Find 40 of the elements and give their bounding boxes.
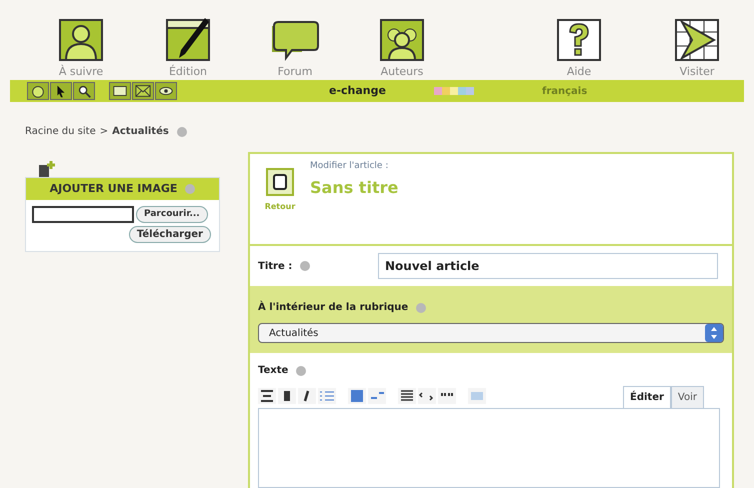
editor-tab[interactable]: Voir xyxy=(670,386,704,408)
article-caption: Modifier l'article : xyxy=(310,160,390,173)
calendar-icon[interactable] xyxy=(109,82,131,100)
upload-button[interactable]: Télécharger xyxy=(128,226,211,243)
help-icon[interactable] xyxy=(296,366,306,376)
browse-button[interactable]: Parcourir... xyxy=(136,206,208,223)
breadcrumb-link[interactable]: Racine du site xyxy=(25,124,96,139)
title-field[interactable]: Nouvel article xyxy=(378,253,718,279)
editor-tab[interactable]: Éditer xyxy=(623,386,671,408)
help-icon[interactable] xyxy=(300,261,310,271)
heading-icon[interactable] xyxy=(258,388,276,404)
person-icon xyxy=(58,18,104,62)
text-label: Texte xyxy=(258,364,288,378)
color-swatch[interactable] xyxy=(434,87,442,95)
eye-icon[interactable] xyxy=(155,82,177,100)
cursor-icon[interactable] xyxy=(50,82,72,100)
arrow-icon xyxy=(674,18,720,62)
envelope-icon[interactable] xyxy=(132,82,154,100)
globe-icon[interactable] xyxy=(27,82,49,100)
panel-title: AJOUTER UNE IMAGE xyxy=(50,180,178,197)
site-name[interactable]: e-change xyxy=(329,82,386,100)
pen-icon xyxy=(165,18,211,62)
select-arrows-icon xyxy=(705,324,723,342)
article-title: Sans titre xyxy=(310,176,398,198)
italic-icon[interactable] xyxy=(298,388,316,404)
list-icon[interactable] xyxy=(318,388,336,404)
breadcrumb-current: Actualités xyxy=(112,125,169,139)
section-select[interactable]: Actualités xyxy=(258,323,724,343)
quotes-icon[interactable] xyxy=(438,388,456,404)
title-label: Titre : xyxy=(258,258,378,274)
align-icon[interactable] xyxy=(398,388,416,404)
footnote-icon[interactable] xyxy=(368,388,386,404)
article-icon[interactable] xyxy=(266,168,294,196)
file-field[interactable] xyxy=(32,206,134,223)
people-icon xyxy=(379,18,425,62)
guillemets-icon[interactable] xyxy=(418,388,436,404)
magnifier-icon[interactable] xyxy=(73,82,95,100)
question-mark-icon xyxy=(556,18,602,62)
section-label: À l'intérieur de la rubrique xyxy=(258,300,408,315)
breadcrumb-separator: > xyxy=(100,125,108,139)
